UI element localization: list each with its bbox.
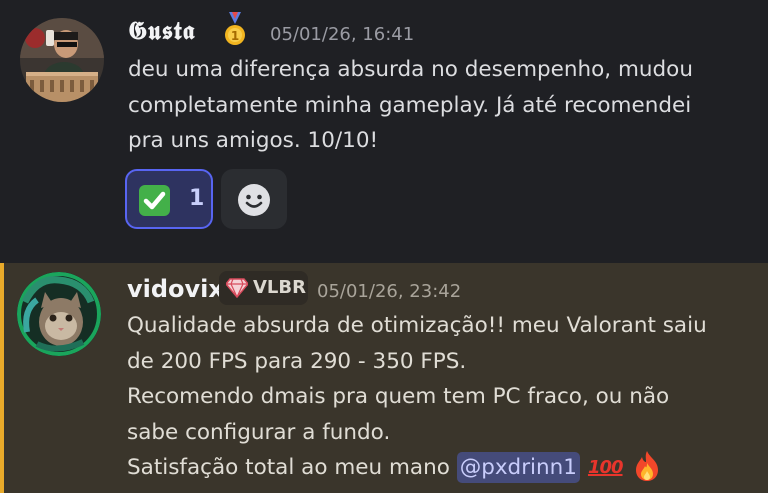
timestamp: 05/01/26, 16:41 bbox=[270, 24, 415, 45]
gem-icon bbox=[226, 278, 248, 298]
message-line: Qualidade absurda de otimização!! meu Va… bbox=[127, 313, 707, 338]
first-place-medal-icon: 1 bbox=[225, 12, 245, 45]
message-line: pra uns amigos. 10/10! bbox=[128, 128, 379, 153]
reaction-check[interactable]: 1 bbox=[125, 169, 213, 229]
reaction-count: 1 bbox=[189, 186, 205, 211]
role-tag[interactable]: VLBR bbox=[219, 271, 308, 305]
message-line: sabe configurar a fundo. bbox=[127, 419, 391, 445]
svg-text:1: 1 bbox=[231, 29, 239, 43]
username-vidovix[interactable]: vidovix bbox=[127, 275, 224, 303]
message-gusta: 𝕲𝖚𝖘𝖙𝖆 1 05/01/26, 16:41 deu uma diferenç… bbox=[0, 0, 768, 263]
user-mention[interactable]: @pxdrinn1 bbox=[456, 452, 580, 483]
avatar-vidovix[interactable] bbox=[17, 272, 101, 356]
timestamp: 05/01/26, 23:42 bbox=[317, 281, 462, 302]
add-reaction-button[interactable] bbox=[221, 169, 287, 229]
message-content: deu uma diferença absurda no desempenho,… bbox=[128, 52, 693, 159]
message-vidovix: vidovix VLBR 05/01/26, 23:42 Qualidade a… bbox=[0, 263, 768, 493]
highlight-bar bbox=[0, 263, 4, 493]
avatar-gusta[interactable] bbox=[20, 18, 104, 102]
white-check-mark-icon bbox=[139, 185, 170, 216]
message-content: Qualidade absurda de otimização!! meu Va… bbox=[127, 308, 707, 486]
message-line: de 200 FPS para 290 - 350 FPS. bbox=[127, 348, 467, 374]
fire-icon bbox=[635, 451, 658, 481]
message-line: completamente minha gameplay. Já até rec… bbox=[128, 92, 692, 118]
message-line: deu uma diferença absurda no desempenho,… bbox=[128, 57, 693, 82]
role-tag-label: VLBR bbox=[253, 277, 306, 298]
message-line: Recomendo dmais pra quem tem PC fraco, o… bbox=[127, 384, 670, 409]
smiley-icon bbox=[238, 184, 270, 216]
message-line-last: Satisfação total ao meu mano @pxdrinn1 10… bbox=[127, 450, 707, 486]
hundred-points-icon: 100 bbox=[587, 457, 624, 479]
chat-screen: 𝕲𝖚𝖘𝖙𝖆 1 05/01/26, 16:41 deu uma diferenç… bbox=[0, 0, 768, 493]
message-text: Satisfação total ao meu mano bbox=[127, 455, 457, 480]
username-gusta[interactable]: 𝕲𝖚𝖘𝖙𝖆 bbox=[128, 16, 195, 46]
